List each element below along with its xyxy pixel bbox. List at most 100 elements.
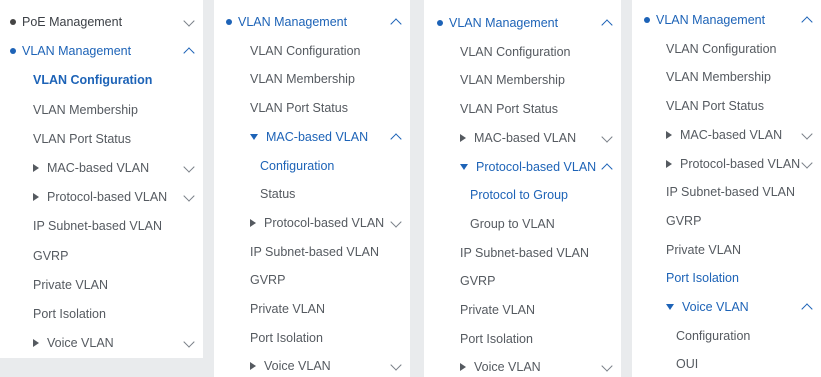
bullet-icon bbox=[644, 17, 650, 23]
menu-item-ip-subnet-based-vlan[interactable]: IP Subnet-based VLAN bbox=[632, 178, 821, 206]
menu-item-port-isolation[interactable]: Port Isolation bbox=[214, 324, 410, 352]
menu-item-mac-based-vlan[interactable]: MAC-based VLAN bbox=[214, 123, 410, 151]
menu-item-label: Private VLAN bbox=[33, 277, 109, 292]
caret-down-icon bbox=[250, 133, 258, 140]
menu-item-private-vlan[interactable]: Private VLAN bbox=[0, 271, 203, 299]
menu-item-label: Configuration bbox=[676, 328, 751, 343]
menu-item-mac-based-vlan[interactable]: MAC-based VLAN bbox=[0, 154, 203, 182]
menu-item-label: VLAN Management bbox=[449, 16, 559, 30]
menu-item-private-vlan[interactable]: Private VLAN bbox=[632, 236, 821, 264]
chevron-down-icon[interactable] bbox=[183, 15, 195, 27]
menu-item-label: Voice VLAN bbox=[264, 359, 331, 374]
menu-item-mac-based-vlan[interactable]: MAC-based VLAN bbox=[632, 121, 821, 149]
menu-item-private-vlan[interactable]: Private VLAN bbox=[214, 295, 410, 323]
menu-item-protocol-based-vlan[interactable]: Protocol-based VLAN bbox=[0, 183, 203, 211]
chevron-up-icon[interactable] bbox=[601, 162, 613, 175]
menu-item-vlan-configuration[interactable]: VLAN Configuration bbox=[214, 37, 410, 65]
menu-item-vlan-membership[interactable]: VLAN Membership bbox=[214, 65, 410, 93]
menu-item-status[interactable]: Status bbox=[214, 180, 410, 208]
menu-item-ip-subnet-based-vlan[interactable]: IP Subnet-based VLAN bbox=[214, 238, 410, 266]
menu-item-label: VLAN Configuration bbox=[666, 41, 777, 56]
chevron-down-icon[interactable] bbox=[183, 190, 195, 202]
menu-item-protocol-based-vlan[interactable]: Protocol-based VLAN bbox=[214, 209, 410, 237]
chevron-up-icon[interactable] bbox=[801, 16, 813, 28]
menu-item-vlan-management[interactable]: VLAN Management bbox=[0, 37, 203, 65]
chevron-up-icon[interactable] bbox=[601, 19, 613, 31]
menu-item-protocol-based-vlan[interactable]: Protocol-based VLAN bbox=[632, 150, 821, 178]
menu-item-private-vlan[interactable]: Private VLAN bbox=[424, 296, 621, 324]
menu-item-gvrp[interactable]: GVRP bbox=[632, 207, 821, 235]
menu-item-ip-subnet-based-vlan[interactable]: IP Subnet-based VLAN bbox=[0, 212, 203, 240]
bullet-icon bbox=[226, 19, 232, 25]
menu-item-label: PoE Management bbox=[22, 15, 123, 29]
menu-item-vlan-membership[interactable]: VLAN Membership bbox=[632, 63, 821, 91]
bullet-icon bbox=[10, 48, 16, 55]
chevron-down-icon[interactable] bbox=[801, 156, 813, 169]
menu-item-mac-based-vlan[interactable]: MAC-based VLAN bbox=[424, 124, 621, 152]
menu-item-vlan-configuration[interactable]: VLAN Configuration bbox=[424, 38, 621, 66]
menu-item-label: IP Subnet-based VLAN bbox=[33, 219, 163, 234]
menu-item-label: Port Isolation bbox=[666, 271, 739, 286]
chevron-up-icon[interactable] bbox=[390, 133, 402, 145]
menu-item-label: VLAN Port Status bbox=[33, 131, 131, 146]
menu-item-port-isolation[interactable]: Port Isolation bbox=[0, 300, 203, 328]
menu-item-vlan-management[interactable]: VLAN Management bbox=[214, 8, 410, 36]
menu-item-port-isolation[interactable]: Port Isolation bbox=[424, 325, 621, 353]
menu-item-vlan-configuration[interactable]: VLAN Configuration bbox=[0, 66, 203, 94]
menu-item-vlan-port-status[interactable]: VLAN Port Status bbox=[424, 95, 621, 123]
menu-item-label: Status bbox=[260, 187, 296, 202]
menu-item-voice-vlan[interactable]: Voice VLAN bbox=[424, 353, 621, 377]
menu-panel-mac-vlan: VLAN Management VLAN Configuration VLAN Me… bbox=[214, 0, 410, 377]
menu-item-label: Configuration bbox=[260, 158, 335, 173]
menu-item-label: OUI bbox=[676, 357, 699, 372]
menu-item-vlan-configuration[interactable]: VLAN Configuration bbox=[632, 35, 821, 63]
menu-item-vlan-port-status[interactable]: VLAN Port Status bbox=[214, 94, 410, 122]
menu-item-label: GVRP bbox=[666, 213, 702, 228]
menu-item-vlan-port-status[interactable]: VLAN Port Status bbox=[0, 125, 203, 153]
chevron-down-icon[interactable] bbox=[801, 128, 813, 140]
chevron-up-icon[interactable] bbox=[390, 18, 402, 30]
chevron-down-icon[interactable] bbox=[390, 359, 402, 372]
menu-item-label: Private VLAN bbox=[666, 242, 742, 257]
caret-right-icon bbox=[666, 159, 672, 168]
menu-item-configuration[interactable]: Configuration bbox=[632, 322, 821, 350]
menu-item-label: Voice VLAN bbox=[474, 360, 541, 375]
menu-item-gvrp[interactable]: GVRP bbox=[424, 267, 621, 295]
menu-item-voice-vlan[interactable]: Voice VLAN bbox=[632, 293, 821, 321]
menu-item-configuration[interactable]: Configuration bbox=[214, 152, 410, 180]
menu-item-vlan-management[interactable]: VLAN Management bbox=[632, 6, 821, 34]
menu-item-voice-vlan[interactable]: Voice VLAN bbox=[214, 352, 410, 377]
menu-item-vlan-membership[interactable]: VLAN Membership bbox=[0, 96, 203, 124]
menu-item-protocol-to-group[interactable]: Protocol to Group bbox=[424, 181, 621, 209]
menu-item-port-isolation[interactable]: Port Isolation bbox=[632, 264, 821, 292]
menu-item-group-to-vlan[interactable]: Group to VLAN bbox=[424, 210, 621, 238]
chevron-down-icon[interactable] bbox=[601, 360, 613, 373]
menu-item-label: VLAN Membership bbox=[250, 72, 355, 87]
caret-right-icon bbox=[460, 133, 466, 142]
menu-item-label: GVRP bbox=[33, 248, 69, 263]
menu-item-protocol-based-vlan[interactable]: Protocol-based VLAN bbox=[424, 153, 621, 181]
menu-item-label: Group to VLAN bbox=[470, 216, 555, 231]
menu-item-poe-management[interactable]: PoE Management bbox=[0, 8, 203, 36]
menu-item-vlan-management[interactable]: VLAN Management bbox=[424, 9, 621, 37]
menu-item-label: VLAN Configuration bbox=[460, 44, 571, 59]
chevron-down-icon[interactable] bbox=[390, 216, 402, 228]
chevron-up-icon[interactable] bbox=[183, 47, 195, 59]
menu-panel-protocol-vlan: VLAN Management VLAN Configuration VLAN Me… bbox=[424, 0, 621, 377]
chevron-down-icon[interactable] bbox=[601, 131, 613, 143]
menu-item-gvrp[interactable]: GVRP bbox=[0, 242, 203, 270]
menu-item-gvrp[interactable]: GVRP bbox=[214, 266, 410, 294]
chevron-up-icon[interactable] bbox=[801, 303, 813, 315]
chevron-down-icon[interactable] bbox=[183, 161, 195, 173]
chevron-down-icon[interactable] bbox=[183, 336, 195, 348]
caret-right-icon bbox=[33, 339, 39, 348]
menu-item-oui[interactable]: OUI bbox=[632, 350, 821, 377]
menu-item-ip-subnet-based-vlan[interactable]: IP Subnet-based VLAN bbox=[424, 239, 621, 267]
menu-item-label: Port Isolation bbox=[250, 330, 323, 345]
menu-item-vlan-membership[interactable]: VLAN Membership bbox=[424, 66, 621, 94]
menu-item-label: Voice VLAN bbox=[682, 300, 749, 314]
menu-item-label: VLAN Configuration bbox=[33, 73, 153, 88]
menu-item-vlan-port-status[interactable]: VLAN Port Status bbox=[632, 92, 821, 120]
menu-item-voice-vlan[interactable]: Voice VLAN bbox=[0, 329, 203, 357]
menu-item-label: VLAN Management bbox=[238, 15, 348, 29]
